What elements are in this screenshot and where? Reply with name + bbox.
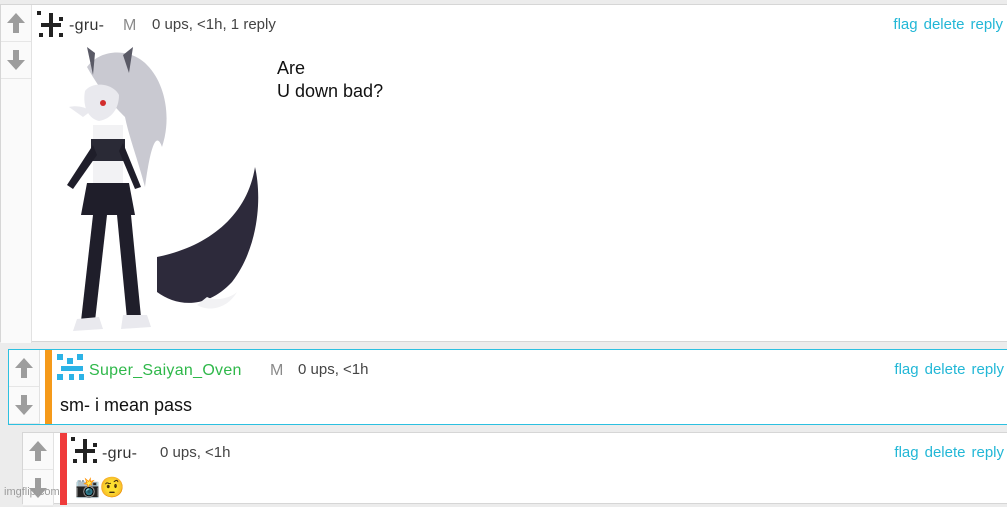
username[interactable]: Super_Saiyan_Oven	[89, 362, 242, 380]
up-arrow-icon	[7, 13, 25, 33]
upvote-button[interactable]	[9, 350, 39, 387]
comment-meta: 0 ups, <1h	[160, 444, 231, 461]
reply-link[interactable]: reply	[970, 16, 1003, 33]
comment-actions: flag delete reply	[887, 16, 1003, 33]
watermark: imgflip.com	[4, 486, 60, 498]
delete-link[interactable]: delete	[925, 444, 966, 461]
comment-text: 📸🤨	[75, 477, 125, 499]
comment-3: -gru- 0 ups, <1h flag delete reply 📸🤨	[22, 432, 1007, 507]
flag-link[interactable]: flag	[894, 361, 918, 378]
avatar[interactable]	[37, 11, 65, 39]
mod-badge: M	[270, 362, 284, 379]
flag-link[interactable]: flag	[894, 444, 918, 461]
comment-meta: 0 ups, <1h, 1 reply	[152, 16, 276, 33]
username[interactable]: -gru-	[69, 17, 104, 35]
reply-link[interactable]: reply	[971, 361, 1004, 378]
thread-accent	[45, 350, 52, 424]
down-arrow-icon	[7, 50, 25, 70]
comment-text: sm- i mean pass	[60, 395, 193, 415]
avatar[interactable]	[71, 437, 99, 465]
thread-accent	[60, 433, 67, 505]
downvote-button[interactable]	[9, 387, 39, 424]
up-arrow-icon	[29, 441, 47, 461]
vote-column	[1, 5, 32, 343]
comment-text: Are U down bad?	[277, 58, 384, 101]
comment-2: Super_Saiyan_Oven M 0 ups, <1h flag delet…	[8, 349, 1007, 425]
mod-badge: M	[123, 17, 137, 34]
upvote-button[interactable]	[23, 433, 53, 470]
username[interactable]: -gru-	[102, 445, 137, 463]
comment-1: -gru- M 0 ups, <1h, 1 reply flag delete re…	[0, 4, 1007, 343]
comment-actions: flag delete reply	[888, 361, 1004, 378]
comment-actions: flag delete reply	[888, 444, 1004, 461]
comment-image	[37, 47, 267, 337]
downvote-button[interactable]	[1, 42, 31, 79]
delete-link[interactable]: delete	[925, 361, 966, 378]
comment-meta: 0 ups, <1h	[298, 361, 369, 378]
up-arrow-icon	[15, 358, 33, 378]
down-arrow-icon	[15, 395, 33, 415]
flag-link[interactable]: flag	[893, 16, 917, 33]
upvote-button[interactable]	[1, 5, 31, 42]
avatar[interactable]	[57, 354, 85, 382]
delete-link[interactable]: delete	[924, 16, 965, 33]
vote-column	[9, 350, 40, 424]
reply-link[interactable]: reply	[971, 444, 1004, 461]
